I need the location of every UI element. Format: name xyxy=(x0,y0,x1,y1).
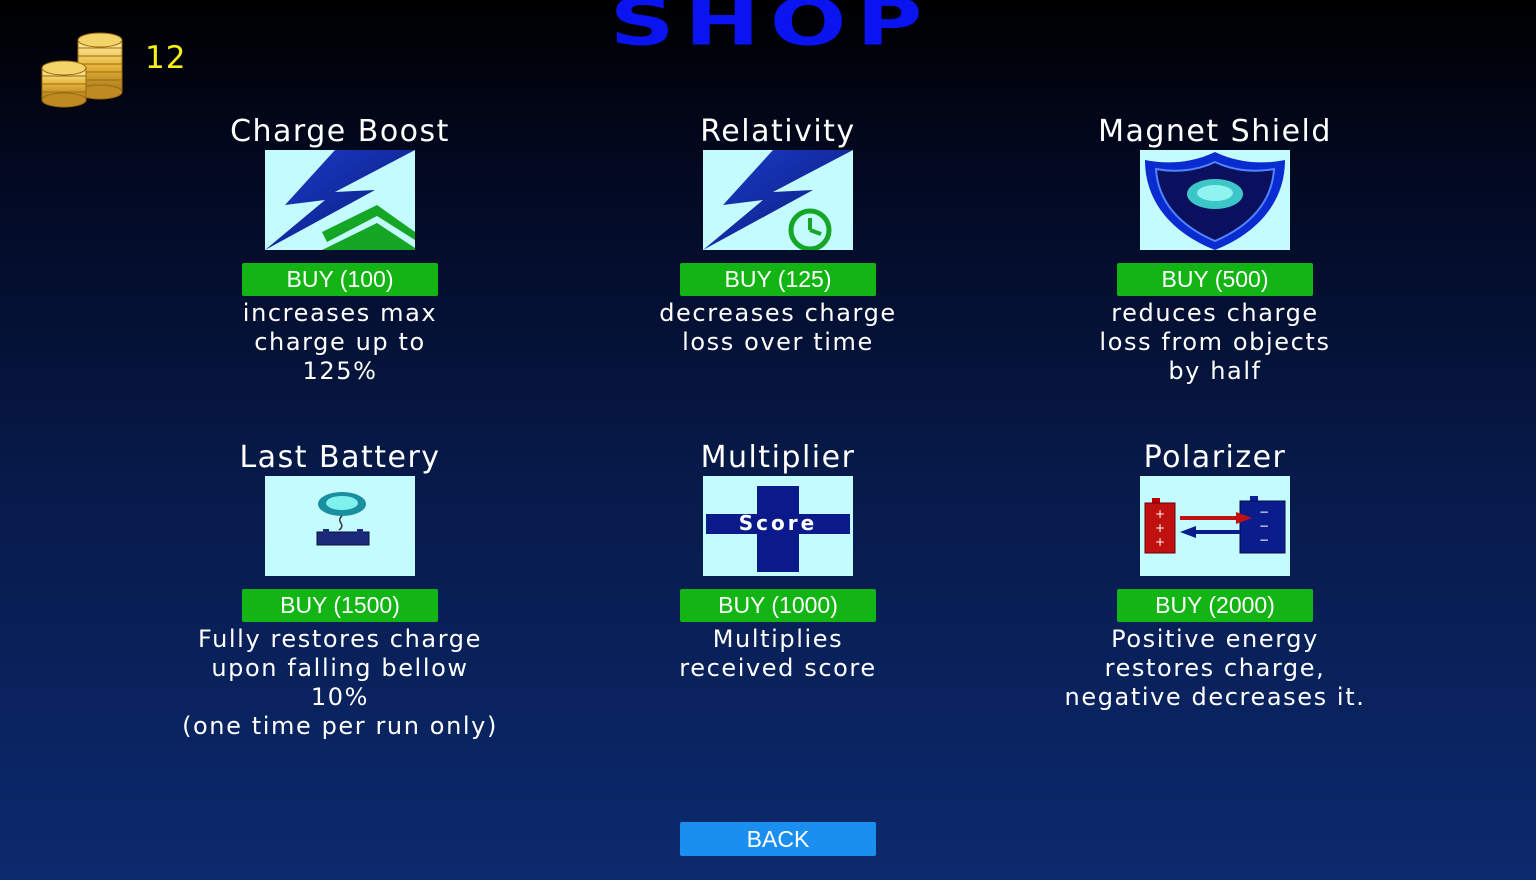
item-description: increases max charge up to 125% xyxy=(242,299,438,385)
page-title: SHOP xyxy=(609,0,933,61)
item-description: decreases charge loss over time xyxy=(659,299,897,356)
item-description: Fully restores charge upon falling bello… xyxy=(182,625,498,740)
shop-item-last-battery: Last Battery BUY (1500) Fully restores c… xyxy=(120,440,560,741)
item-name: Relativity xyxy=(700,114,856,149)
polarized-batteries-icon: + + + − − − xyxy=(1140,476,1290,576)
item-name: Multiplier xyxy=(700,440,856,475)
shop-item-charge-boost: Charge Boost BUY (100) increases max cha… xyxy=(120,114,560,386)
buy-relativity-button[interactable]: BUY (125) xyxy=(680,263,876,296)
coin-stack-icon xyxy=(38,28,126,108)
score-plus-icon: Score xyxy=(703,476,853,576)
coin-count: 12 xyxy=(145,40,187,76)
svg-text:−: − xyxy=(1259,519,1269,533)
shop-item-polarizer: Polarizer + + + − − − BUY (2000) Positiv… xyxy=(995,440,1435,712)
item-description: Multiplies received score xyxy=(679,625,877,682)
item-name: Magnet Shield xyxy=(1098,114,1332,149)
buy-last-battery-button[interactable]: BUY (1500) xyxy=(242,589,438,622)
lightning-up-arrow-icon xyxy=(265,150,415,250)
svg-text:+: + xyxy=(1155,535,1165,549)
svg-text:−: − xyxy=(1259,533,1269,547)
item-description: reduces charge loss from objects by half xyxy=(1099,299,1331,385)
item-name: Charge Boost xyxy=(230,114,450,149)
item-description: Positive energy restores charge, negativ… xyxy=(1064,625,1366,711)
lightning-clock-icon xyxy=(703,150,853,250)
buy-charge-boost-button[interactable]: BUY (100) xyxy=(242,263,438,296)
shop-item-relativity: Relativity BUY (125) decreases charge lo… xyxy=(558,114,998,357)
shield-icon xyxy=(1140,150,1290,250)
buy-magnet-shield-button[interactable]: BUY (500) xyxy=(1117,263,1313,296)
buy-multiplier-button[interactable]: BUY (1000) xyxy=(680,589,876,622)
battery-orb-icon xyxy=(265,476,415,576)
score-label: Score xyxy=(739,511,817,535)
buy-polarizer-button[interactable]: BUY (2000) xyxy=(1117,589,1313,622)
shop-item-magnet-shield: Magnet Shield BUY (500) reduces charge l… xyxy=(995,114,1435,386)
item-name: Polarizer xyxy=(1143,440,1287,475)
shop-item-multiplier: Multiplier Score BUY (1000) Multiplies r… xyxy=(558,440,998,683)
svg-text:−: − xyxy=(1259,505,1269,519)
item-name: Last Battery xyxy=(239,440,441,475)
back-button[interactable]: BACK xyxy=(680,822,876,856)
svg-text:+: + xyxy=(1155,507,1165,521)
svg-text:+: + xyxy=(1155,521,1165,535)
